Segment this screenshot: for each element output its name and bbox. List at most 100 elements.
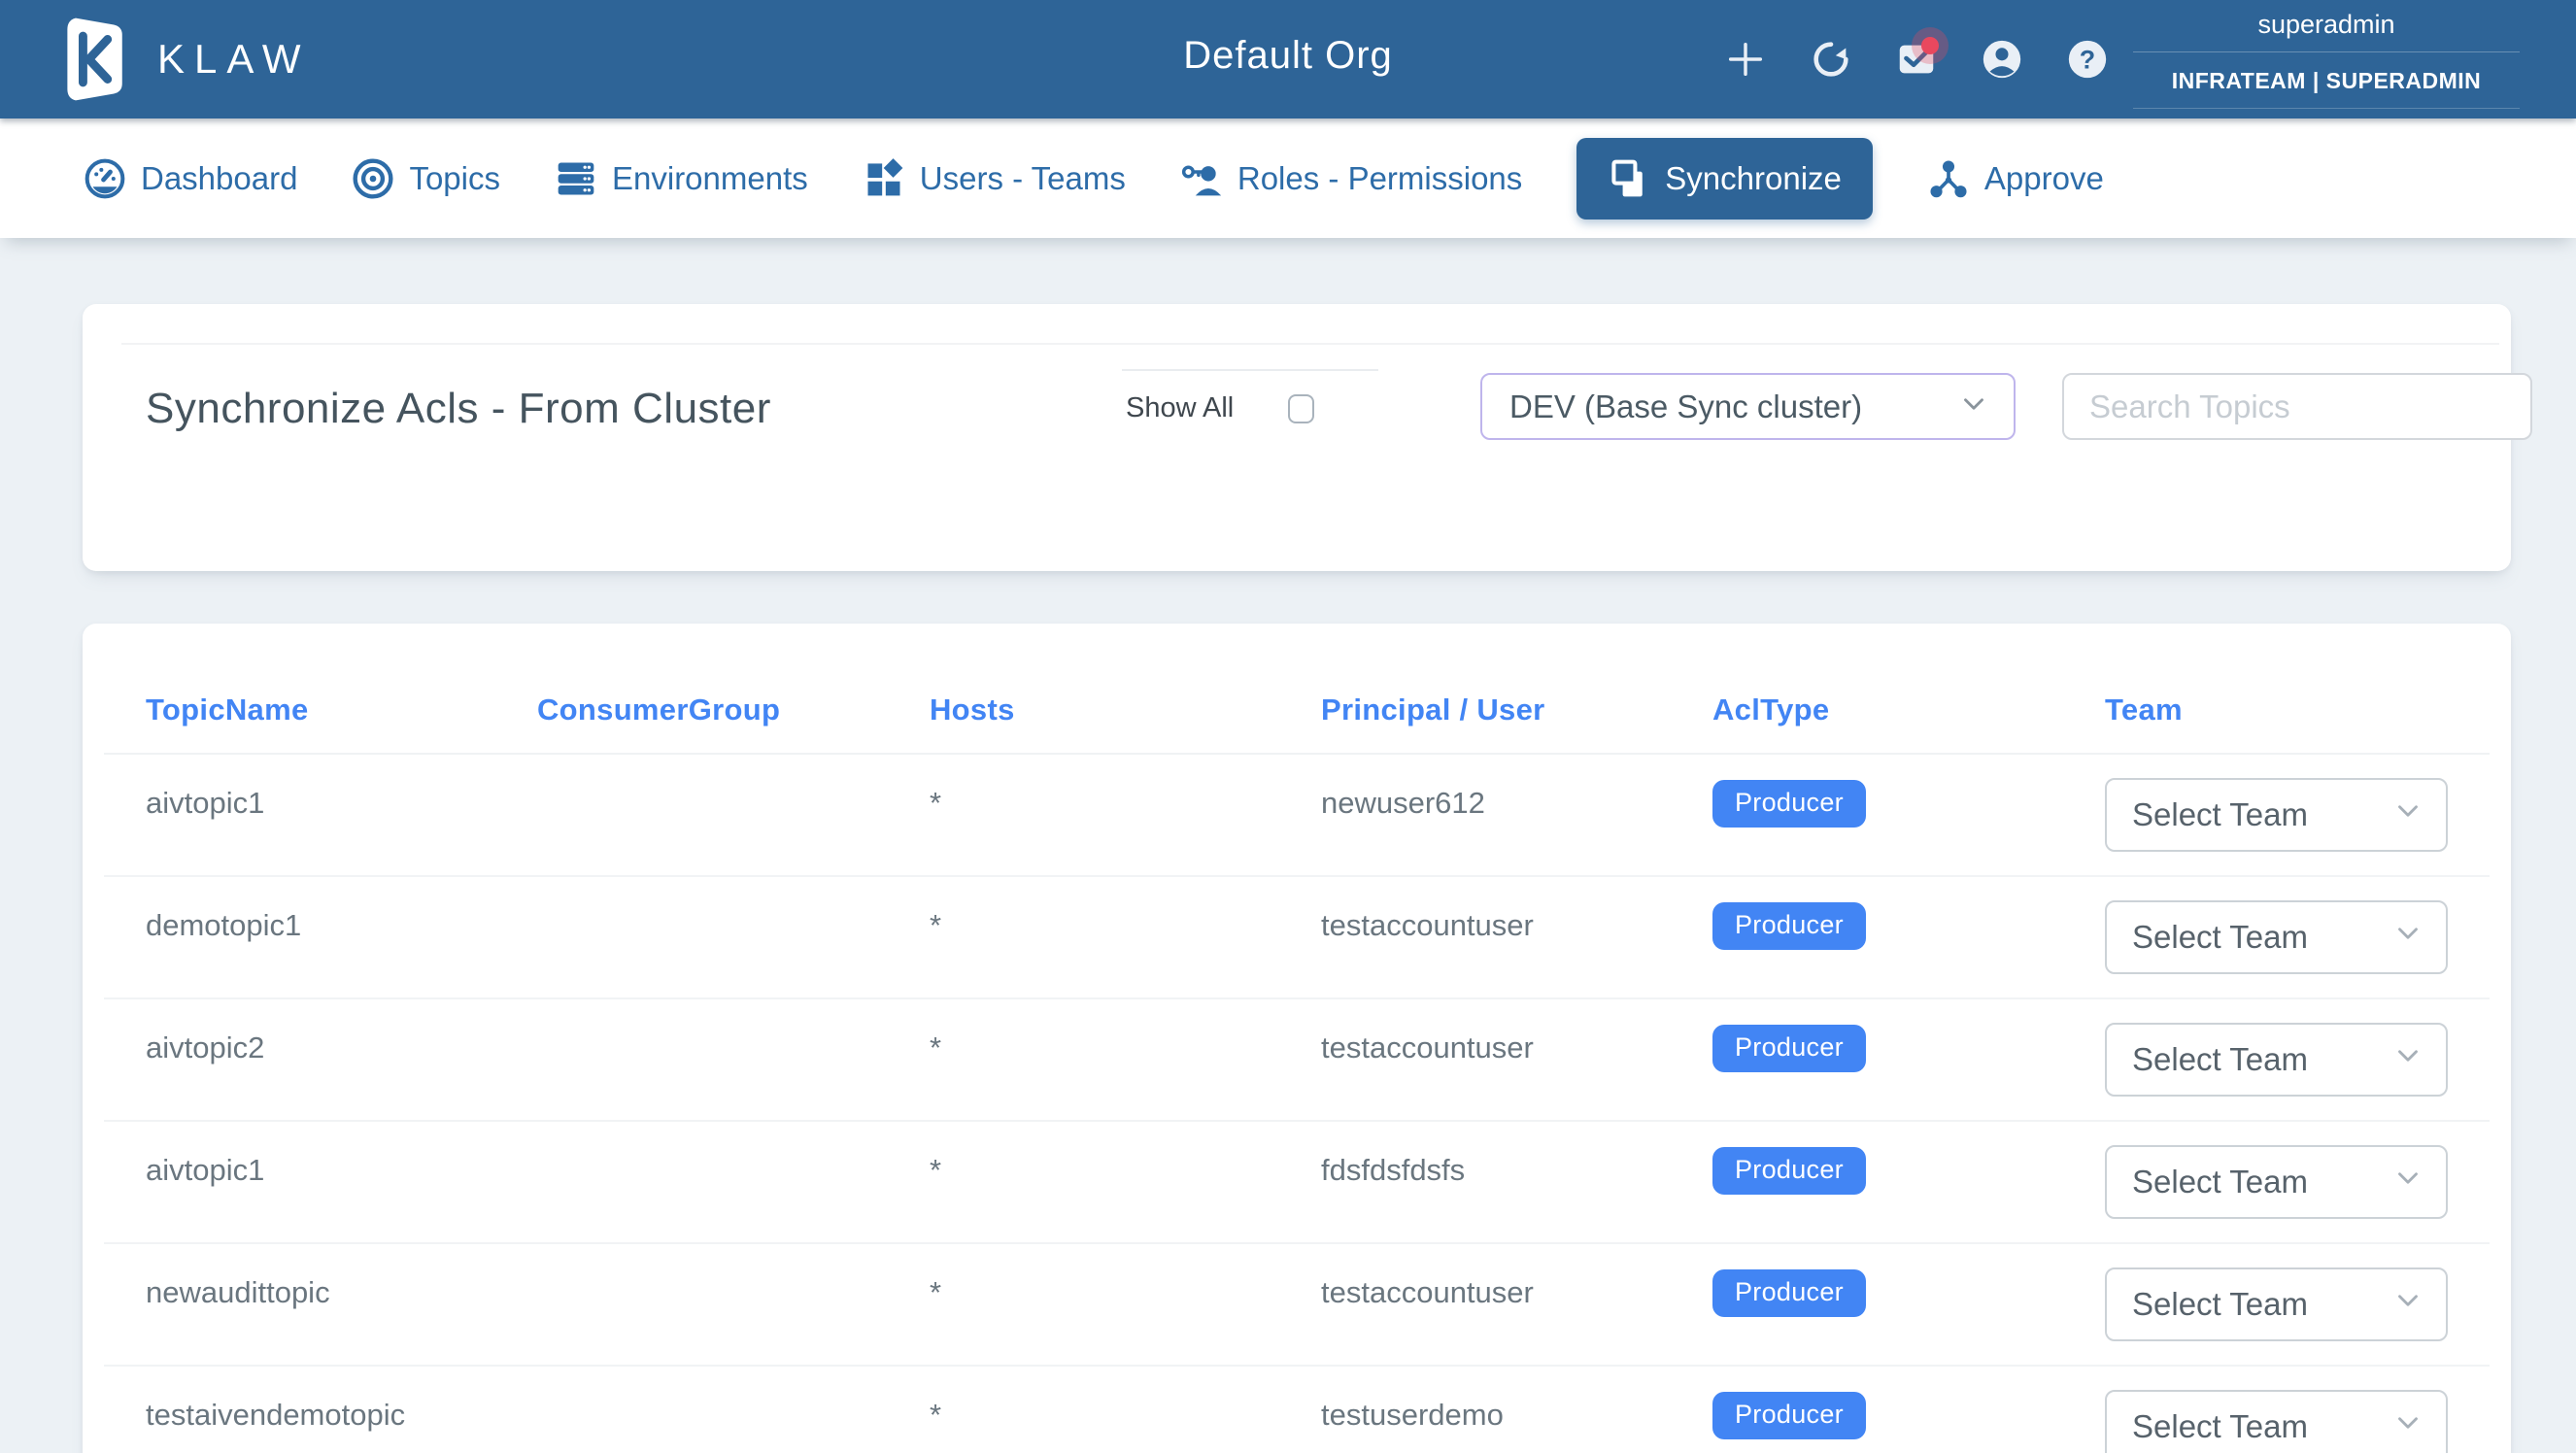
select-team-dropdown[interactable]: Select Team bbox=[2105, 900, 2448, 974]
select-team-value: Select Team bbox=[2132, 1408, 2308, 1445]
help-icon[interactable]: ? bbox=[2063, 35, 2112, 84]
cluster-select-value: DEV (Base Sync cluster) bbox=[1509, 389, 1862, 425]
synchronize-icon bbox=[1608, 157, 1650, 200]
cell-topicname: demotopic1 bbox=[146, 908, 537, 943]
notification-dot bbox=[1921, 37, 1939, 54]
acls-table-card: TopicName ConsumerGroup Hosts Principal … bbox=[83, 624, 2511, 1453]
chevron-down-icon bbox=[2391, 1406, 2424, 1447]
chevron-down-icon bbox=[2391, 794, 2424, 835]
acl-type-badge: Producer bbox=[1712, 1025, 1866, 1072]
plus-icon[interactable] bbox=[1721, 35, 1770, 84]
acl-type-badge: Producer bbox=[1712, 1392, 1866, 1439]
cluster-select[interactable]: DEV (Base Sync cluster) bbox=[1480, 373, 2016, 440]
select-team-dropdown[interactable]: Select Team bbox=[2105, 778, 2448, 852]
cell-topicname: aivtopic1 bbox=[146, 1153, 537, 1188]
username[interactable]: superadmin bbox=[2133, 10, 2520, 52]
select-team-value: Select Team bbox=[2132, 1041, 2308, 1078]
page-title: Synchronize Acls - From Cluster bbox=[146, 385, 991, 433]
column-header-consumergroup: ConsumerGroup bbox=[537, 693, 930, 727]
app-header: KLAW Default Org bbox=[0, 0, 2576, 118]
cell-principal: fdsfdsfdsfs bbox=[1321, 1153, 1712, 1188]
nav-label: Topics bbox=[409, 160, 500, 197]
acl-type-badge: Producer bbox=[1712, 780, 1866, 828]
nav-label: Synchronize bbox=[1665, 160, 1842, 197]
topbar-icon-group: ? bbox=[1721, 0, 2112, 118]
topics-icon bbox=[352, 157, 394, 200]
chevron-down-icon bbox=[2391, 1039, 2424, 1080]
select-team-dropdown[interactable]: Select Team bbox=[2105, 1023, 2448, 1097]
cell-principal: testuserdemo bbox=[1321, 1398, 1712, 1433]
column-header-hosts: Hosts bbox=[930, 693, 1321, 727]
brand-name: KLAW bbox=[157, 36, 310, 83]
show-all-control: Show All bbox=[1122, 369, 1378, 424]
nav-label: Environments bbox=[612, 160, 808, 197]
chevron-down-icon bbox=[2391, 1162, 2424, 1202]
nav-item-roles-permissions[interactable]: Roles - Permissions bbox=[1180, 157, 1522, 200]
column-header-principal: Principal / User bbox=[1321, 693, 1712, 727]
cell-principal: testaccountuser bbox=[1321, 908, 1712, 943]
user-block: superadmin INFRATEAM | SUPERADMIN bbox=[2133, 10, 2520, 109]
approve-icon bbox=[1927, 157, 1970, 200]
cell-hosts: * bbox=[930, 1153, 1321, 1188]
show-all-label: Show All bbox=[1126, 392, 1234, 424]
table-row: aivtopic1 * newuser612 Producer Select T… bbox=[104, 755, 2490, 877]
nav-item-dashboard[interactable]: Dashboard bbox=[84, 157, 297, 200]
chevron-down-icon bbox=[2391, 917, 2424, 958]
table-row: aivtopic2 * testaccountuser Producer Sel… bbox=[104, 999, 2490, 1122]
main-content: Synchronize Acls - From Cluster Show All… bbox=[0, 238, 2576, 1453]
cell-topicname: testaivendemotopic bbox=[146, 1398, 537, 1433]
cell-hosts: * bbox=[930, 1031, 1321, 1065]
chevron-down-icon bbox=[2391, 1284, 2424, 1325]
refresh-icon[interactable] bbox=[1807, 35, 1855, 84]
table-row: newaudittopic * testaccountuser Producer… bbox=[104, 1244, 2490, 1367]
brand[interactable]: KLAW bbox=[52, 13, 310, 106]
environments-icon bbox=[555, 157, 597, 200]
roles-permissions-icon bbox=[1180, 157, 1223, 200]
main-nav: Dashboard Topics Environments Users - Te… bbox=[0, 118, 2576, 238]
select-team-dropdown[interactable]: Select Team bbox=[2105, 1267, 2448, 1341]
klaw-logo bbox=[52, 13, 132, 106]
cell-principal: newuser612 bbox=[1321, 786, 1712, 821]
table-row: demotopic1 * testaccountuser Producer Se… bbox=[104, 877, 2490, 999]
acl-type-badge: Producer bbox=[1712, 1269, 1866, 1317]
nav-label: Users - Teams bbox=[920, 160, 1126, 197]
account-icon[interactable] bbox=[1978, 35, 2026, 84]
table-header-row: TopicName ConsumerGroup Hosts Principal … bbox=[104, 624, 2490, 755]
cell-hosts: * bbox=[930, 786, 1321, 821]
cell-principal: testaccountuser bbox=[1321, 1031, 1712, 1065]
cell-hosts: * bbox=[930, 1275, 1321, 1310]
dashboard-icon bbox=[84, 157, 126, 200]
acl-type-badge: Producer bbox=[1712, 1147, 1866, 1195]
cell-topicname: newaudittopic bbox=[146, 1275, 537, 1310]
chevron-down-icon bbox=[1957, 388, 1990, 425]
column-header-team: Team bbox=[2105, 693, 2450, 727]
nav-item-users-teams[interactable]: Users - Teams bbox=[863, 157, 1126, 200]
team-role-selector[interactable]: INFRATEAM | SUPERADMIN bbox=[2133, 52, 2520, 109]
org-title: Default Org bbox=[1183, 34, 1393, 78]
nav-label: Roles - Permissions bbox=[1237, 160, 1522, 197]
nav-item-approve[interactable]: Approve bbox=[1927, 157, 2104, 200]
select-team-value: Select Team bbox=[2132, 1164, 2308, 1200]
mail-icon[interactable] bbox=[1892, 35, 1941, 84]
nav-item-environments[interactable]: Environments bbox=[555, 157, 808, 200]
cell-principal: testaccountuser bbox=[1321, 1275, 1712, 1310]
panel-divider bbox=[121, 304, 2499, 345]
cell-topicname: aivtopic2 bbox=[146, 1031, 537, 1065]
acl-type-badge: Producer bbox=[1712, 902, 1866, 950]
select-team-dropdown[interactable]: Select Team bbox=[2105, 1145, 2448, 1219]
svg-text:?: ? bbox=[2080, 46, 2095, 75]
nav-label: Approve bbox=[1984, 160, 2104, 197]
search-topics-input[interactable] bbox=[2062, 373, 2532, 440]
nav-label: Dashboard bbox=[141, 160, 297, 197]
select-team-value: Select Team bbox=[2132, 796, 2308, 833]
cell-hosts: * bbox=[930, 1398, 1321, 1433]
cell-hosts: * bbox=[930, 908, 1321, 943]
select-team-dropdown[interactable]: Select Team bbox=[2105, 1390, 2448, 1453]
nav-item-synchronize[interactable]: Synchronize bbox=[1576, 138, 1873, 220]
show-all-checkbox[interactable] bbox=[1288, 394, 1314, 423]
select-team-value: Select Team bbox=[2132, 919, 2308, 956]
select-team-value: Select Team bbox=[2132, 1286, 2308, 1323]
table-body: aivtopic1 * newuser612 Producer Select T… bbox=[83, 755, 2511, 1453]
nav-item-topics[interactable]: Topics bbox=[352, 157, 500, 200]
cell-topicname: aivtopic1 bbox=[146, 786, 537, 821]
